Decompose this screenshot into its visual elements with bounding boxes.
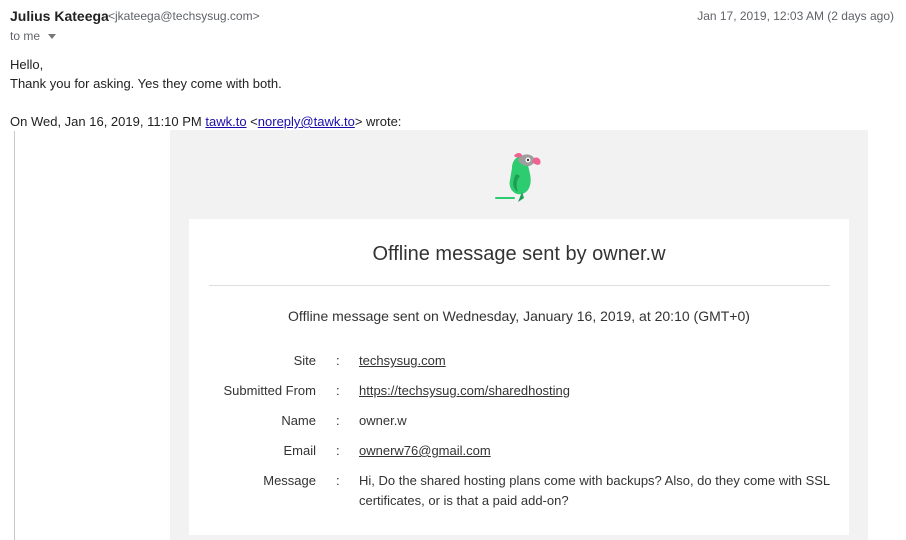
submitted-from-label: Submitted From (223, 383, 316, 398)
site-link[interactable]: techsysug.com (359, 351, 446, 371)
tawk-parrot-logo (495, 153, 541, 202)
quote-lt: < (246, 114, 258, 129)
reply-greeting: Hello, (10, 57, 44, 72)
quote-intro-prefix: On Wed, Jan 16, 2019, 11:10 PM (10, 114, 206, 129)
card-title: Offline message sent by owner.w (372, 243, 666, 265)
message-line-1: Hi, Do the shared hosting plans come wit… (359, 473, 831, 488)
name-label: Name (281, 413, 316, 428)
email-label: Email (283, 443, 316, 458)
quote-intro: On Wed, Jan 16, 2019, 11:10 PM tawk.to <… (10, 114, 401, 129)
message-timestamp: Jan 17, 2019, 12:03 AM (2 days ago) (697, 9, 894, 23)
message-label: Message (263, 473, 316, 488)
sender-email: <jkateega@techsysug.com> (108, 9, 260, 23)
quote-bar (14, 131, 15, 540)
name-colon: : (336, 413, 340, 428)
quote-sender-link[interactable]: tawk.to (205, 114, 246, 129)
site-colon: : (336, 353, 340, 368)
submitted-from-link[interactable]: https://techsysug.com/sharedhosting (359, 381, 570, 401)
message-colon: : (336, 473, 340, 488)
quote-suffix: > wrote: (354, 114, 402, 129)
chevron-down-icon (48, 34, 57, 39)
name-value: owner.w (359, 413, 407, 428)
submitted-from-colon: : (336, 383, 340, 398)
email-link[interactable]: ownerw76@gmail.com (359, 441, 491, 461)
message-line-2: certificates, or is that a paid add-on? (359, 493, 569, 508)
reply-body: Thank you for asking. Yes they come with… (10, 76, 282, 91)
sent-on-text: Offline message sent on Wednesday, Janua… (288, 308, 750, 324)
email-colon: : (336, 443, 340, 458)
quote-email-link[interactable]: noreply@tawk.to (258, 114, 355, 129)
sender-name[interactable]: Julius Kateega (10, 8, 109, 24)
recipients-label: to me (10, 29, 41, 43)
recipients-toggle[interactable]: to me (10, 29, 57, 43)
site-label: Site (293, 353, 316, 368)
card-divider (209, 285, 830, 286)
